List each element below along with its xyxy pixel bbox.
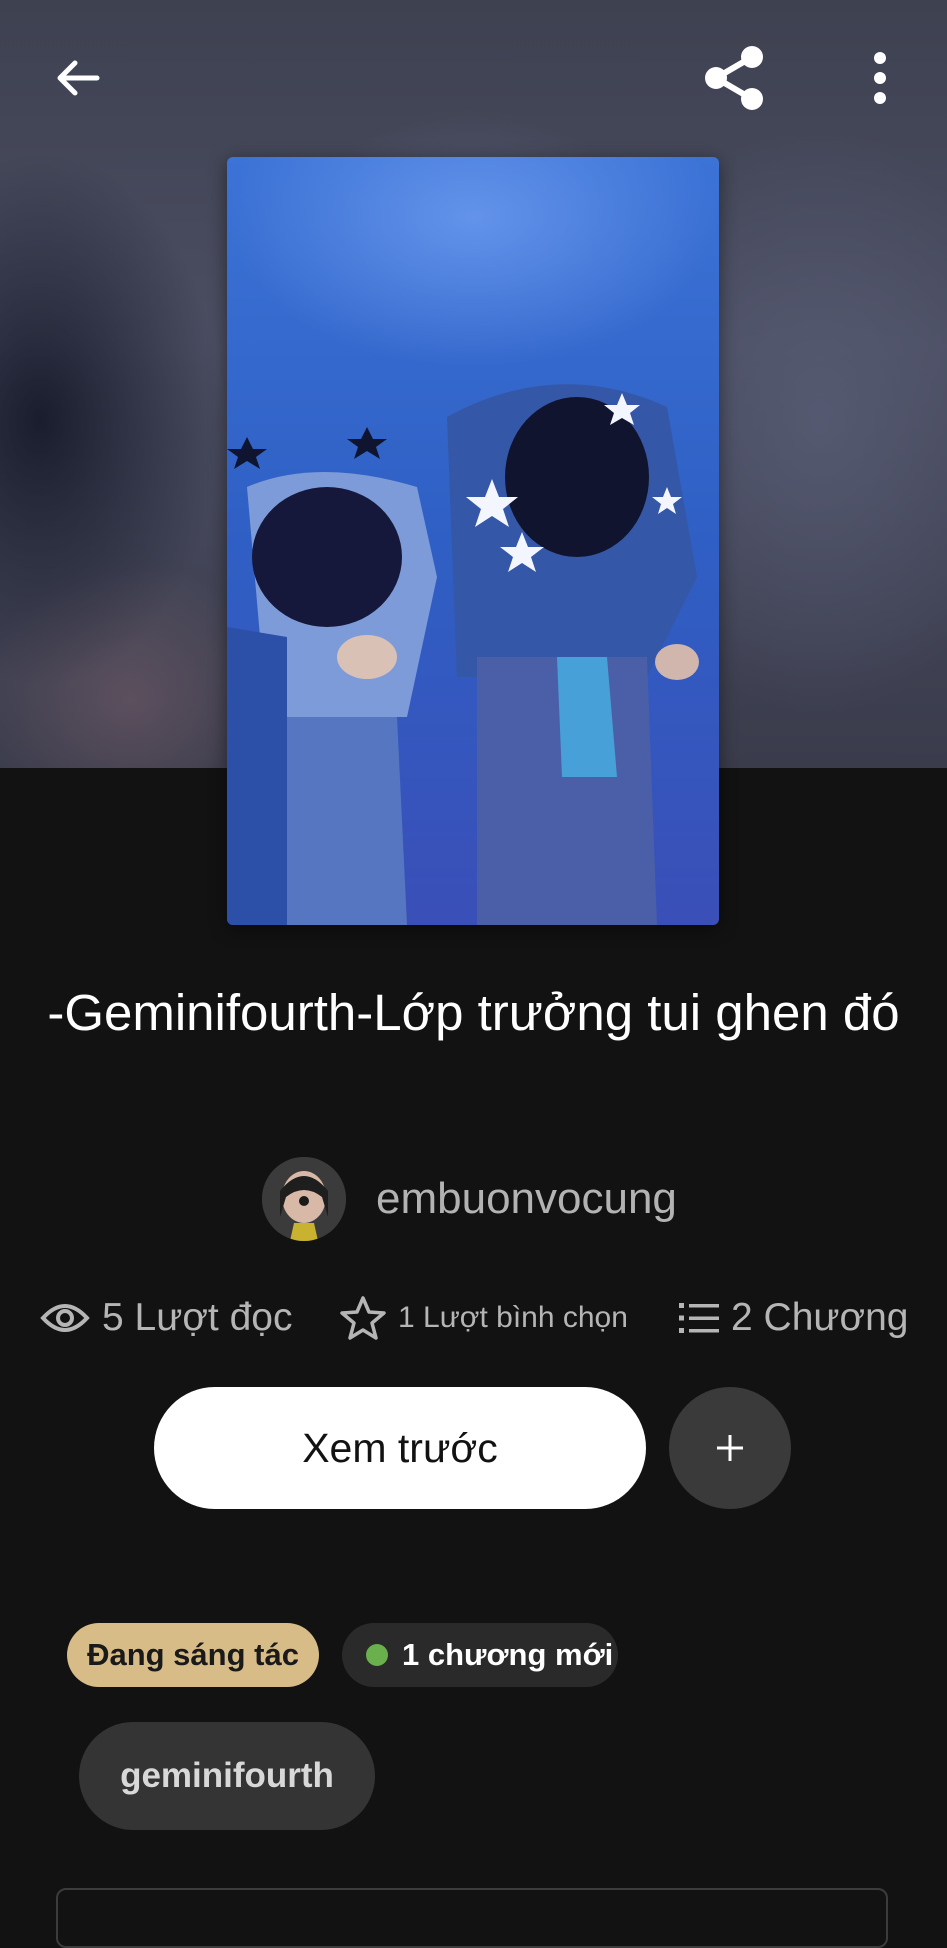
- star-outline-icon: [340, 1296, 386, 1340]
- new-chapter-label: 1 chương mới: [402, 1637, 614, 1672]
- chapters-stat: 2 Chương: [679, 1290, 908, 1346]
- preview-button[interactable]: Xem trước: [154, 1387, 646, 1509]
- votes-count: 1 Lượt bình chọn: [398, 1301, 628, 1334]
- new-dot-icon: [366, 1644, 388, 1666]
- tag-label: geminifourth: [120, 1756, 334, 1795]
- votes-stat: 1 Lượt bình chọn: [340, 1290, 628, 1346]
- reads-count: 5 Lượt đọc: [102, 1296, 293, 1339]
- arrow-left-icon: [57, 60, 100, 96]
- status-badge-label: Đang sáng tác: [87, 1637, 299, 1672]
- new-chapter-badge: 1 chương mới: [342, 1623, 618, 1687]
- share-button[interactable]: [694, 38, 774, 118]
- eye-icon: [40, 1304, 90, 1332]
- list-icon: [679, 1303, 719, 1333]
- author-avatar[interactable]: [262, 1157, 346, 1241]
- reads-stat: 5 Lượt đọc: [40, 1290, 292, 1346]
- story-title: -Geminifourth-Lớp trưởng tui ghen đó: [47, 984, 900, 1041]
- tag-chip[interactable]: geminifourth: [79, 1722, 375, 1830]
- story-cover-image[interactable]: [227, 157, 719, 925]
- author-name: embuonvocung: [376, 1174, 677, 1223]
- story-stats: 5 Lượt đọc 1 Lượt bình chọn 2 Chương: [0, 1290, 947, 1346]
- description-card: [56, 1888, 888, 1948]
- more-vertical-icon: [874, 52, 886, 104]
- back-button[interactable]: [38, 38, 118, 118]
- plus-icon: [717, 1435, 743, 1461]
- chapters-count: 2 Chương: [731, 1296, 909, 1339]
- add-to-library-button[interactable]: [669, 1387, 791, 1509]
- more-button[interactable]: [840, 38, 920, 118]
- cover-illustration: [227, 157, 719, 925]
- author-link[interactable]: embuonvocung: [262, 1157, 677, 1241]
- status-badge: Đang sáng tác: [67, 1623, 319, 1687]
- share-icon: [705, 46, 763, 110]
